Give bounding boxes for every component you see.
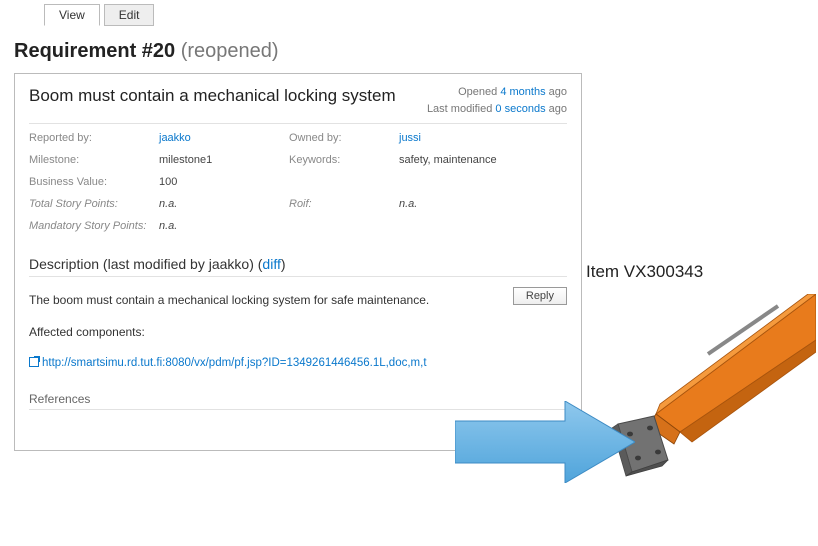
- label-bv: Business Value:: [29, 176, 159, 188]
- ticket-meta: Opened 4 months ago Last modified 0 seco…: [427, 84, 567, 117]
- value-tsp: n.a.: [159, 198, 289, 210]
- description-body: The boom must contain a mechanical locki…: [29, 291, 567, 372]
- tabs: View Edit: [44, 4, 818, 26]
- tab-view[interactable]: View: [44, 4, 100, 26]
- opened-suffix: ago: [546, 86, 567, 98]
- value-keywords: safety, maintenance: [399, 154, 567, 166]
- label-keywords: Keywords:: [289, 154, 399, 166]
- label-owned-by: Owned by:: [289, 132, 399, 144]
- reply-button[interactable]: Reply: [513, 287, 567, 305]
- desc-heading-prefix: Description (last modified by jaakko) (: [29, 256, 262, 272]
- label-tsp: Total Story Points:: [29, 198, 159, 210]
- label-roif: Roif:: [289, 198, 399, 210]
- modified-suffix: ago: [546, 103, 567, 115]
- value-owned-by[interactable]: jussi: [399, 132, 421, 144]
- description-text: The boom must contain a mechanical locki…: [29, 291, 567, 309]
- item-3d-model: [608, 294, 816, 486]
- modified-prefix: Last modified: [427, 103, 495, 115]
- arrow-icon: [455, 401, 635, 483]
- value-msp: n.a.: [159, 220, 289, 232]
- opened-link[interactable]: 4 months: [500, 86, 545, 98]
- value-milestone: milestone1: [159, 154, 289, 166]
- status-label: (reopened): [181, 40, 279, 62]
- ticket-summary: Boom must contain a mechanical locking s…: [29, 86, 396, 106]
- modified-link[interactable]: 0 seconds: [495, 103, 545, 115]
- divider: [29, 123, 567, 124]
- opened-prefix: Opened: [458, 86, 500, 98]
- value-reported-by[interactable]: jaakko: [159, 132, 191, 144]
- affected-components-label: Affected components:: [29, 323, 567, 341]
- label-milestone: Milestone:: [29, 154, 159, 166]
- component-url-row: http://smartsimu.rd.tut.fi:8080/vx/pdm/p…: [29, 355, 567, 372]
- page-title-row: Requirement #20 (reopened): [14, 40, 818, 63]
- item-label: Item VX300343: [586, 262, 703, 282]
- external-link-icon: [29, 357, 39, 367]
- diff-link[interactable]: diff: [262, 256, 280, 272]
- summary-row: Boom must contain a mechanical locking s…: [29, 84, 567, 117]
- component-url[interactable]: http://smartsimu.rd.tut.fi:8080/vx/pdm/p…: [42, 357, 427, 369]
- label-msp: Mandatory Story Points:: [29, 220, 159, 232]
- page-title: Requirement #20: [14, 40, 175, 62]
- ticket-box: Boom must contain a mechanical locking s…: [14, 73, 582, 451]
- tab-edit[interactable]: Edit: [104, 4, 155, 26]
- label-reported-by: Reported by:: [29, 132, 159, 144]
- value-roif: n.a.: [399, 198, 567, 210]
- description-heading: Description (last modified by jaakko) (d…: [29, 256, 567, 277]
- value-bv: 100: [159, 176, 289, 188]
- desc-heading-suffix: ): [281, 256, 286, 272]
- field-grid: Reported by: jaakko Owned by: jussi Mile…: [29, 126, 567, 236]
